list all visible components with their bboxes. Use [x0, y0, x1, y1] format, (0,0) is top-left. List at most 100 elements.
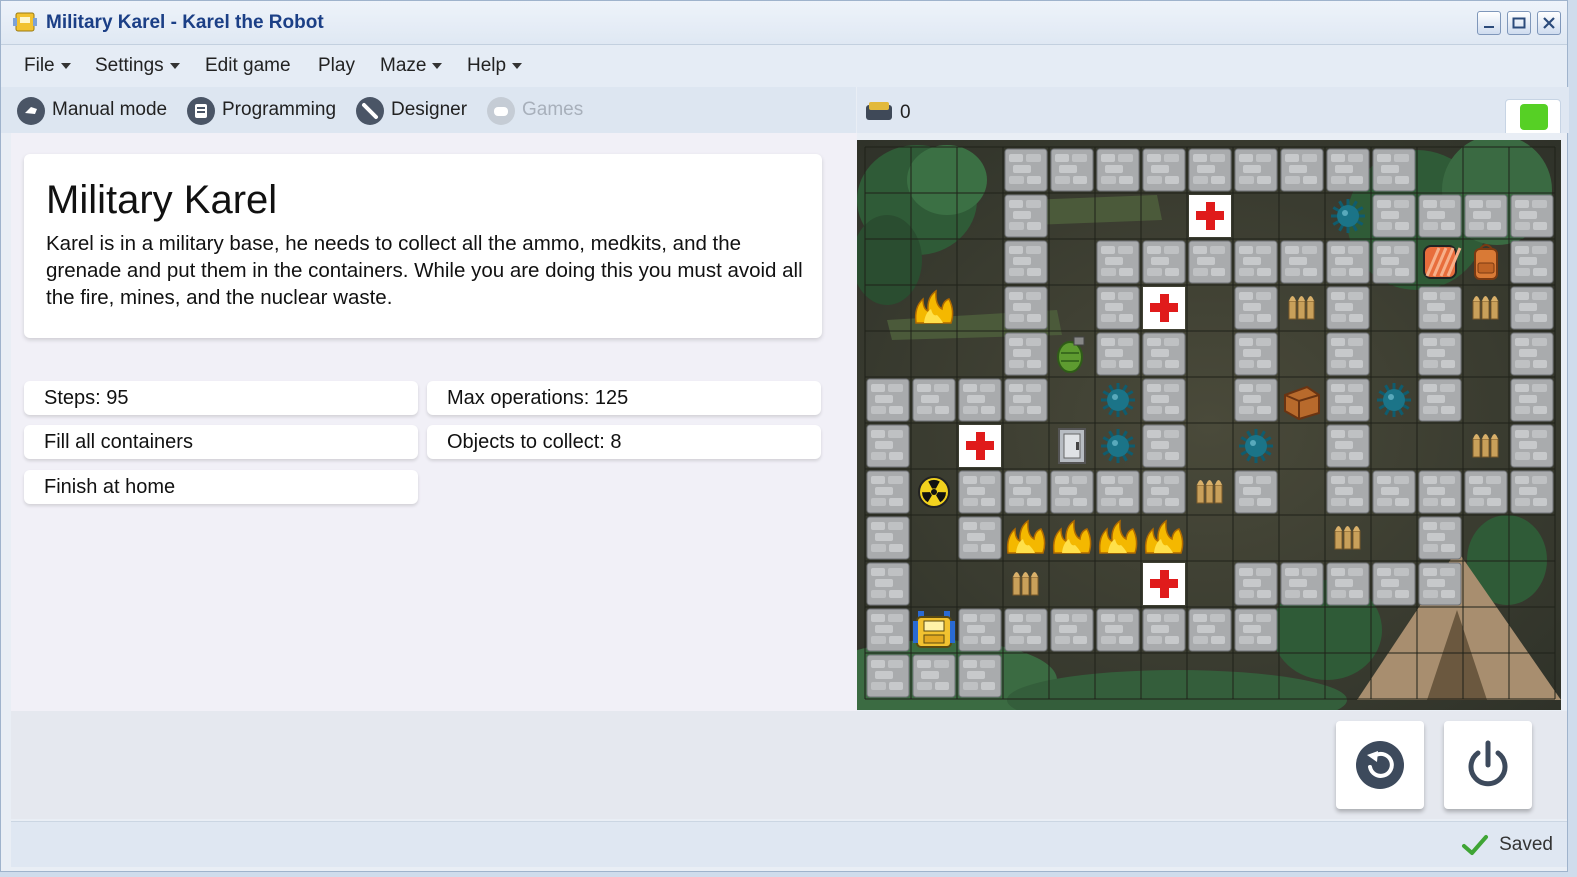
wall-block	[1096, 240, 1140, 284]
ammo-icon	[1012, 572, 1039, 596]
wall-block	[1234, 470, 1278, 514]
minimize-button[interactable]	[1477, 11, 1501, 35]
checkmark-icon	[1462, 835, 1488, 855]
menu-play-label: Play	[318, 55, 355, 76]
ammo-icon	[1334, 526, 1361, 550]
wall-block	[1050, 470, 1094, 514]
menu-help[interactable]: Help	[467, 55, 523, 77]
wall-block	[1004, 332, 1048, 376]
bag-icon	[866, 102, 892, 120]
wall-block	[1142, 148, 1186, 192]
wall-block	[1418, 516, 1462, 560]
wall-block	[1510, 194, 1554, 238]
game-header: 0	[857, 87, 1569, 133]
wall-block	[1096, 332, 1140, 376]
wall-block	[1464, 470, 1508, 514]
chevron-down-icon	[432, 62, 443, 69]
backpack-icon	[1474, 244, 1498, 280]
wall-block	[1510, 378, 1554, 422]
wall-block	[1326, 562, 1370, 606]
power-button[interactable]	[1444, 721, 1532, 809]
wall-block	[958, 516, 1002, 560]
radioactive-icon	[918, 476, 950, 508]
mode-designer-label: Designer	[391, 99, 468, 120]
ammo-icon	[1472, 434, 1499, 458]
app-icon	[13, 12, 37, 32]
board-canvas	[857, 140, 1561, 710]
wall-block	[866, 562, 910, 606]
ammo-icon	[1288, 296, 1315, 320]
pointer-icon	[17, 97, 45, 125]
wall-block	[1418, 286, 1462, 330]
goal-home-chip: Finish at home	[24, 470, 418, 504]
wall-block	[1050, 148, 1094, 192]
wall-block	[866, 654, 910, 698]
title-bar: Military Karel - Karel the Robot	[1, 1, 1567, 45]
maximize-button[interactable]	[1507, 11, 1531, 35]
status-tab[interactable]	[1505, 99, 1561, 133]
steps-chip: Steps: 95	[24, 381, 418, 415]
wall-block	[958, 378, 1002, 422]
wall-block	[1234, 240, 1278, 284]
wall-block	[1326, 470, 1370, 514]
reset-icon	[1356, 741, 1404, 789]
menu-file[interactable]: File	[24, 55, 71, 77]
wall-block	[1142, 470, 1186, 514]
reset-button[interactable]	[1336, 721, 1424, 809]
menu-play[interactable]: Play	[318, 55, 355, 77]
wall-block	[1142, 424, 1186, 468]
wall-block	[1326, 332, 1370, 376]
wall-block	[1418, 562, 1462, 606]
wall-block	[1188, 608, 1232, 652]
bottom-panel	[11, 711, 1567, 819]
wall-block	[1188, 148, 1232, 192]
maximize-icon	[1512, 17, 1526, 29]
wall-block	[1050, 608, 1094, 652]
level-info-panel: Military Karel Karel is in a military ba…	[11, 133, 857, 711]
medkit-icon	[1143, 563, 1185, 605]
medkit-icon	[959, 425, 1001, 467]
wall-block	[1234, 608, 1278, 652]
wall-block	[1418, 194, 1462, 238]
wall-block	[1372, 562, 1416, 606]
wall-block	[1418, 470, 1462, 514]
menu-edit-game[interactable]: Edit game	[205, 55, 291, 77]
gamepad-icon	[487, 97, 515, 125]
saved-status: Saved	[1499, 834, 1553, 855]
minimize-icon	[1484, 26, 1494, 28]
menu-file-label: File	[24, 55, 55, 76]
pencil-icon	[356, 97, 384, 125]
wall-block	[1326, 240, 1370, 284]
wall-block	[1510, 240, 1554, 284]
wall-block	[1004, 194, 1048, 238]
wall-block	[1372, 194, 1416, 238]
wall-block	[1004, 470, 1048, 514]
menu-settings[interactable]: Settings	[95, 55, 180, 77]
menu-maze[interactable]: Maze	[380, 55, 443, 77]
wall-block	[958, 608, 1002, 652]
wall-block	[1372, 470, 1416, 514]
wall-block	[1418, 332, 1462, 376]
wall-block	[1326, 424, 1370, 468]
wall-block	[866, 608, 910, 652]
game-board[interactable]	[857, 140, 1561, 710]
close-button[interactable]	[1537, 11, 1561, 35]
goal-containers-chip: Fill all containers	[24, 425, 418, 459]
karel-icon	[913, 611, 955, 648]
wall-block	[1234, 332, 1278, 376]
wall-block	[912, 378, 956, 422]
wall-block	[866, 516, 910, 560]
menu-bar: File Settings Edit game Play Maze Help	[1, 45, 1567, 87]
ammo-icon	[1472, 296, 1499, 320]
level-title: Military Karel	[46, 178, 278, 222]
wall-block	[1326, 148, 1370, 192]
wall-block	[958, 470, 1002, 514]
wall-block	[1096, 286, 1140, 330]
wall-block	[912, 654, 956, 698]
wall-block	[1142, 378, 1186, 422]
wall-block	[1234, 148, 1278, 192]
wall-block	[1372, 148, 1416, 192]
menu-settings-label: Settings	[95, 55, 164, 76]
wall-block	[1004, 240, 1048, 284]
wall-block	[1234, 378, 1278, 422]
